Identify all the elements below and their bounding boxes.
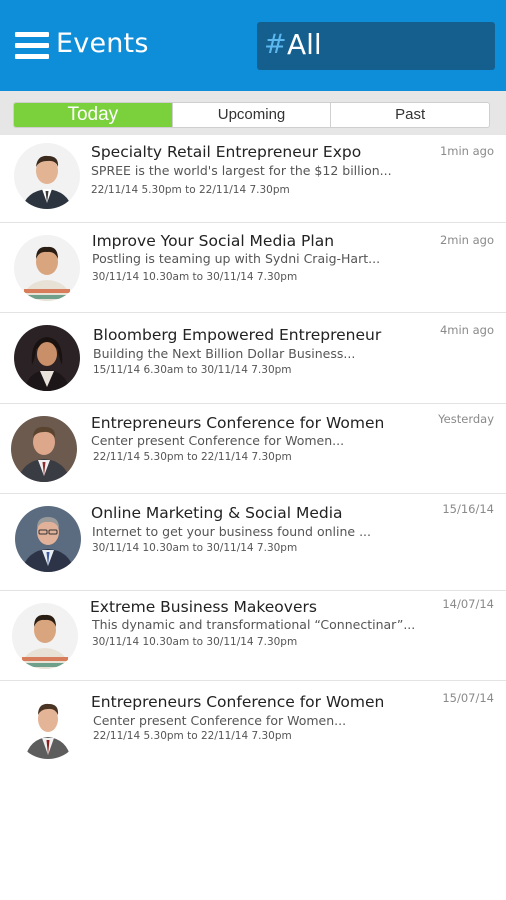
- event-timestamp: 4min ago: [439, 323, 494, 337]
- event-title: Extreme Business Makeovers: [90, 598, 317, 616]
- avatar: [15, 693, 81, 759]
- event-date-range: 30/11/14 10.30am to 30/11/14 7.30pm: [92, 636, 298, 648]
- avatar: [14, 325, 80, 391]
- event-item[interactable]: Extreme Business Makeovers This dynamic …: [0, 591, 506, 681]
- event-timestamp: 15/16/14: [442, 502, 494, 516]
- event-item[interactable]: Entrepreneurs Conference for Women Cente…: [0, 404, 506, 494]
- event-timestamp: 14/07/14: [442, 597, 494, 611]
- event-item[interactable]: Improve Your Social Media Plan Postling …: [0, 223, 506, 313]
- avatar: [15, 506, 81, 572]
- event-description: Postling is teaming up with Sydni Craig-…: [92, 251, 381, 266]
- event-title: Entrepreneurs Conference for Women: [91, 414, 385, 432]
- tab-bar: Today Upcoming Past: [0, 91, 506, 135]
- event-item[interactable]: Online Marketing & Social Media Internet…: [0, 494, 506, 591]
- event-title: Improve Your Social Media Plan: [92, 232, 335, 250]
- tab-today[interactable]: Today: [14, 103, 172, 127]
- avatar: [11, 416, 77, 482]
- tab-upcoming[interactable]: Upcoming: [171, 103, 331, 127]
- event-date-range: 30/11/14 10.30am to 30/11/14 7.30pm: [92, 542, 298, 554]
- page-title: Events: [56, 28, 149, 59]
- event-description: Internet to get your business found onli…: [92, 524, 371, 539]
- avatar: [12, 603, 78, 669]
- hamburger-menu-icon[interactable]: [15, 32, 49, 60]
- event-description: Center present Conference for Women...: [91, 433, 345, 448]
- event-date-range: 22/11/14 5.30pm to 22/11/14 7.30pm: [93, 451, 292, 463]
- event-description: This dynamic and transformational “Conne…: [92, 617, 416, 632]
- event-date-range: 15/11/14 6.30am to 30/11/14 7.30pm: [93, 364, 292, 376]
- category-filter-value: All: [287, 28, 322, 61]
- event-item[interactable]: Entrepreneurs Conference for Women Cente…: [0, 681, 506, 771]
- event-timestamp: 2min ago: [439, 233, 494, 247]
- tab-past[interactable]: Past: [330, 103, 489, 127]
- event-title: Online Marketing & Social Media: [91, 504, 343, 522]
- event-timestamp: Yesterday: [438, 412, 494, 426]
- app-header: Events # All: [0, 0, 506, 91]
- event-timestamp: 1min ago: [439, 144, 494, 158]
- segmented-tabs: Today Upcoming Past: [13, 102, 490, 128]
- hashtag-icon: #: [264, 29, 287, 60]
- event-date-range: 22/11/14 5.30pm to 22/11/14 7.30pm: [91, 184, 290, 196]
- avatar: [14, 235, 80, 301]
- event-item[interactable]: Bloomberg Empowered Entrepreneur Buildin…: [0, 313, 506, 404]
- event-title: Specialty Retail Entrepreneur Expo: [91, 143, 362, 161]
- event-date-range: 30/11/14 10.30am to 30/11/14 7.30pm: [92, 271, 298, 283]
- event-item[interactable]: Specialty Retail Entrepreneur Expo SPREE…: [0, 135, 506, 223]
- event-title: Bloomberg Empowered Entrepreneur: [93, 326, 382, 344]
- event-date-range: 22/11/14 5.30pm to 22/11/14 7.30pm: [93, 730, 292, 742]
- event-description: Building the Next Billion Dollar Busines…: [93, 346, 356, 361]
- event-description: SPREE is the world's largest for the $12…: [91, 163, 392, 178]
- event-title: Entrepreneurs Conference for Women: [91, 693, 385, 711]
- event-timestamp: 15/07/14: [442, 691, 494, 705]
- avatar: [14, 143, 80, 209]
- event-description: Center present Conference for Women...: [93, 713, 347, 728]
- category-filter-dropdown[interactable]: # All: [257, 22, 495, 70]
